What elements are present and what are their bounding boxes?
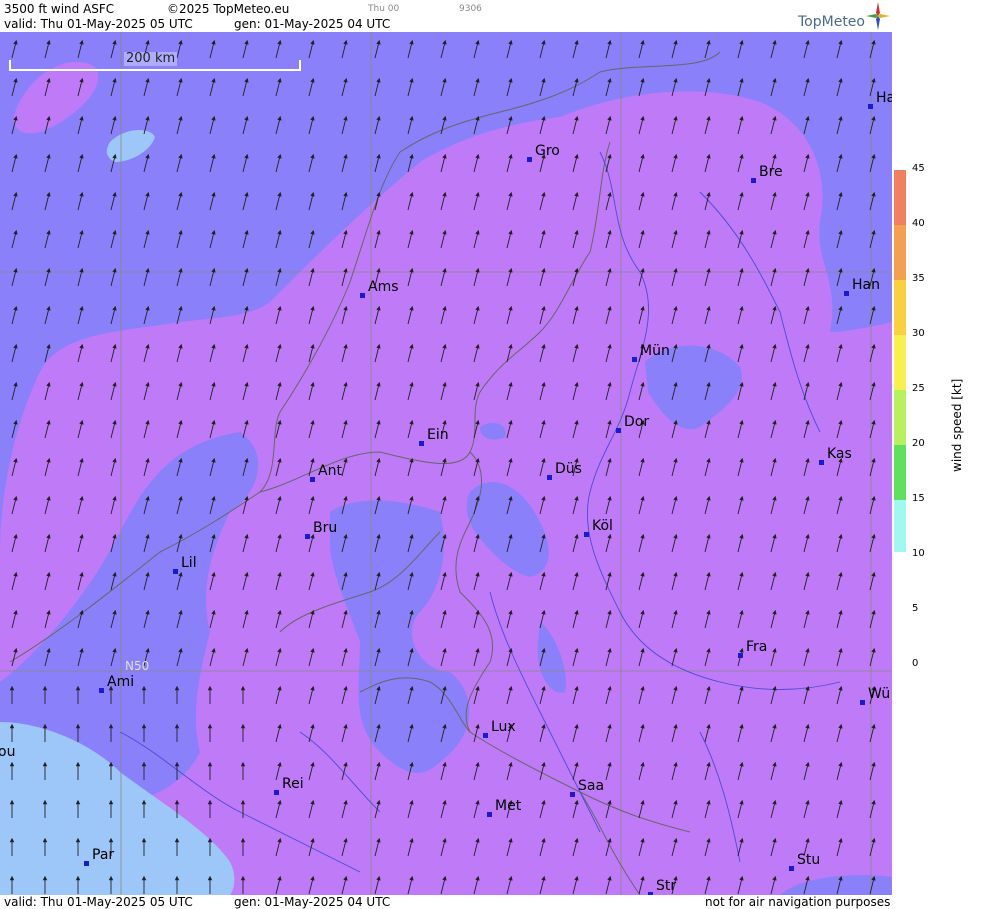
city-dot-icon: [305, 534, 310, 539]
city-dot-icon: [360, 293, 365, 298]
city-dot-icon: [648, 892, 653, 895]
city-marker: Gro: [527, 144, 560, 162]
footer-valid-time: valid: Thu 01-May-2025 05 UTC: [4, 895, 193, 909]
city-marker: Rei: [274, 777, 304, 795]
city-dot-icon: [99, 688, 104, 693]
city-dot-icon: [487, 812, 492, 817]
city-dot-icon: [819, 460, 824, 465]
city-dot-icon: [483, 733, 488, 738]
city-dot-icon: [860, 700, 865, 705]
disclaimer: not for air navigation purposes: [705, 895, 891, 909]
wind-map[interactable]: 200 km N50 Ha Gro Bre Ams Han Mün Dor Ei…: [0, 32, 892, 895]
topmeteo-logo: TopMeteo: [798, 14, 865, 30]
city-marker: Wü: [860, 687, 890, 705]
city-dot-icon: [789, 866, 794, 871]
city-marker: Ein: [419, 428, 449, 446]
city-marker: Mün: [632, 344, 670, 362]
city-marker: Ams: [360, 280, 399, 298]
scale-label: 200 km: [124, 51, 178, 66]
city-marker: Par: [84, 848, 114, 866]
run-label: Thu 00: [368, 4, 400, 14]
legend-swatch: [894, 170, 906, 225]
legend-tick-label: 25: [912, 383, 925, 394]
legend-swatch: [894, 445, 906, 500]
legend-swatch: [894, 390, 906, 445]
city-marker: Lil: [173, 556, 197, 574]
map-canvas: [0, 32, 892, 895]
legend-tick-label: 0: [912, 658, 919, 669]
compass-logo-icon: [866, 2, 890, 30]
city-marker: ou: [0, 744, 16, 760]
city-marker: Köl: [584, 519, 613, 537]
legend-swatch: [894, 335, 906, 390]
city-dot-icon: [632, 357, 637, 362]
latitude-label: N50: [125, 659, 150, 673]
legend: 45 40 35 30 25 20 15 10 5 0 wind speed [kt]: [892, 32, 983, 895]
city-marker: Bre: [751, 165, 783, 183]
city-dot-icon: [738, 653, 743, 658]
legend-swatch: [894, 500, 906, 552]
generated-time: gen: 01-May-2025 04 UTC: [234, 17, 391, 31]
legend-swatch: [894, 280, 906, 335]
city-dot-icon: [547, 475, 552, 480]
city-dot-icon: [570, 792, 575, 797]
city-marker: Stu: [789, 853, 820, 871]
city-marker: Lux: [483, 720, 516, 738]
legend-label: wind speed [kt]: [950, 378, 964, 472]
legend-swatch: [894, 225, 906, 280]
city-marker: Han: [844, 278, 880, 296]
city-marker: Ami: [99, 675, 134, 693]
city-marker: Düs: [547, 462, 582, 480]
city-marker: Ha: [868, 91, 892, 109]
city-dot-icon: [584, 532, 589, 537]
product-title: 3500 ft wind ASFC: [4, 2, 115, 16]
city-marker: Bru: [305, 521, 337, 539]
city-marker: Ant: [310, 464, 342, 482]
legend-tick-label: 40: [912, 218, 925, 229]
code-label: 9306: [459, 4, 482, 14]
city-marker: Fra: [738, 640, 767, 658]
city-dot-icon: [310, 477, 315, 482]
city-dot-icon: [527, 157, 532, 162]
city-marker: Str: [648, 879, 676, 895]
city-dot-icon: [616, 428, 621, 433]
legend-colorbar: [894, 170, 906, 552]
city-dot-icon: [868, 104, 873, 109]
city-dot-icon: [84, 861, 89, 866]
legend-tick-label: 20: [912, 438, 925, 449]
city-marker: Dor: [616, 415, 649, 433]
legend-tick-label: 10: [912, 548, 925, 559]
legend-tick-label: 15: [912, 493, 925, 504]
city-dot-icon: [844, 291, 849, 296]
valid-time: valid: Thu 01-May-2025 05 UTC: [4, 17, 193, 31]
city-marker: Kas: [819, 447, 852, 465]
footer-generated-time: gen: 01-May-2025 04 UTC: [234, 895, 391, 909]
city-dot-icon: [274, 790, 279, 795]
copyright: ©2025 TopMeteo.eu: [167, 2, 290, 16]
city-dot-icon: [419, 441, 424, 446]
legend-tick-label: 30: [912, 328, 925, 339]
city-dot-icon: [173, 569, 178, 574]
legend-tick-label: 35: [912, 273, 925, 284]
city-marker: Met: [487, 799, 521, 817]
city-marker: Saa: [570, 779, 604, 797]
city-dot-icon: [751, 178, 756, 183]
legend-tick-label: 5: [912, 603, 919, 614]
legend-tick-label: 45: [912, 163, 925, 174]
